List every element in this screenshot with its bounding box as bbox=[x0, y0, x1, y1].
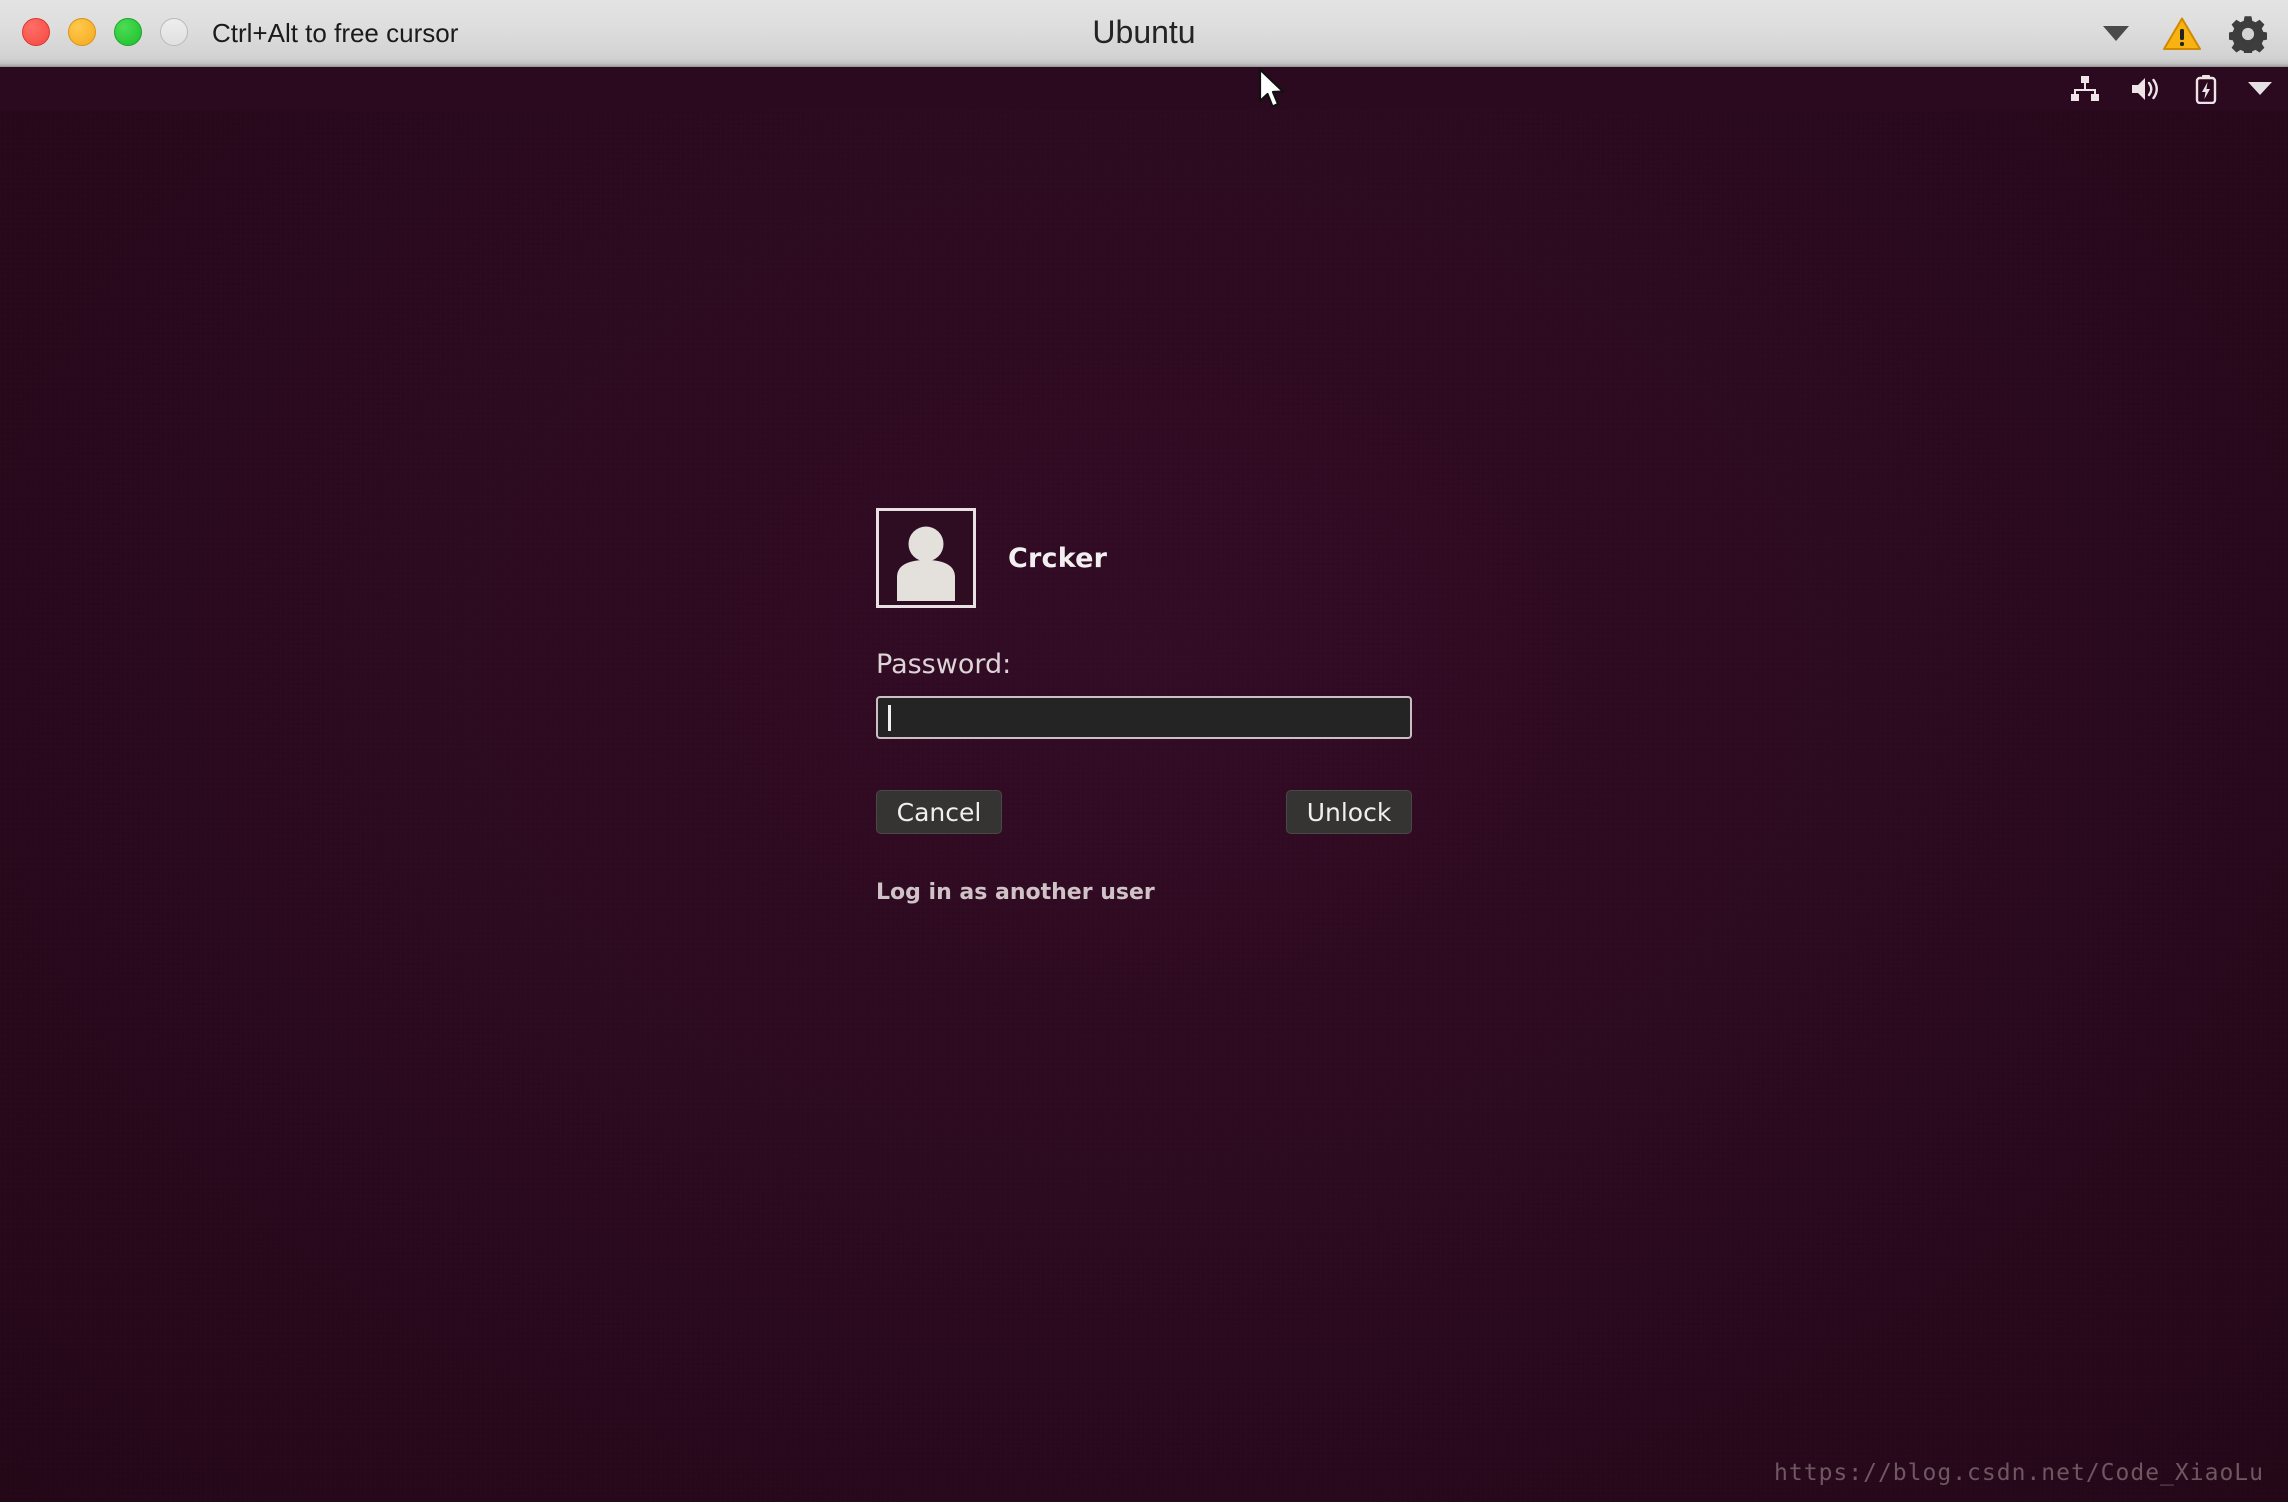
titlebar-right-icons bbox=[2096, 0, 2268, 67]
window-titlebar: Ctrl+Alt to free cursor Ubuntu bbox=[0, 0, 2288, 67]
warning-icon[interactable] bbox=[2162, 14, 2202, 54]
battery-icon[interactable] bbox=[2194, 74, 2218, 104]
password-label: Password: bbox=[876, 649, 1012, 680]
network-icon[interactable] bbox=[2070, 74, 2100, 104]
chevron-down-icon[interactable] bbox=[2096, 14, 2136, 54]
cancel-button[interactable]: Cancel bbox=[876, 790, 1002, 834]
password-input[interactable] bbox=[876, 696, 1412, 739]
dialog-buttons: Cancel Unlock bbox=[876, 790, 1412, 834]
ubuntu-top-panel bbox=[0, 67, 2288, 110]
minimize-button[interactable] bbox=[68, 18, 96, 46]
panel-indicators bbox=[2070, 67, 2272, 110]
close-button[interactable] bbox=[22, 18, 50, 46]
screen: Ctrl+Alt to free cursor Ubuntu Crcker Pa… bbox=[0, 0, 2288, 1502]
user-row: Crcker bbox=[876, 507, 1416, 609]
unlock-button[interactable]: Unlock bbox=[1286, 790, 1412, 834]
gear-icon[interactable] bbox=[2228, 14, 2268, 54]
unlock-dialog: Crcker Password: Cancel Unlock Log in as… bbox=[876, 507, 1416, 905]
watermark: https://blog.csdn.net/Code_XiaoLu bbox=[1774, 1460, 2264, 1486]
text-cursor bbox=[888, 704, 891, 731]
log-in-as-another-user-link[interactable]: Log in as another user bbox=[876, 880, 1155, 905]
user-name: Crcker bbox=[1008, 542, 1108, 574]
free-cursor-hint: Ctrl+Alt to free cursor bbox=[212, 18, 459, 48]
user-avatar-icon bbox=[876, 508, 976, 608]
maximize-button[interactable] bbox=[114, 18, 142, 46]
inactive-window-button bbox=[160, 18, 188, 46]
window-controls bbox=[22, 18, 188, 46]
chevron-down-icon[interactable] bbox=[2248, 74, 2272, 104]
volume-icon[interactable] bbox=[2130, 74, 2164, 104]
